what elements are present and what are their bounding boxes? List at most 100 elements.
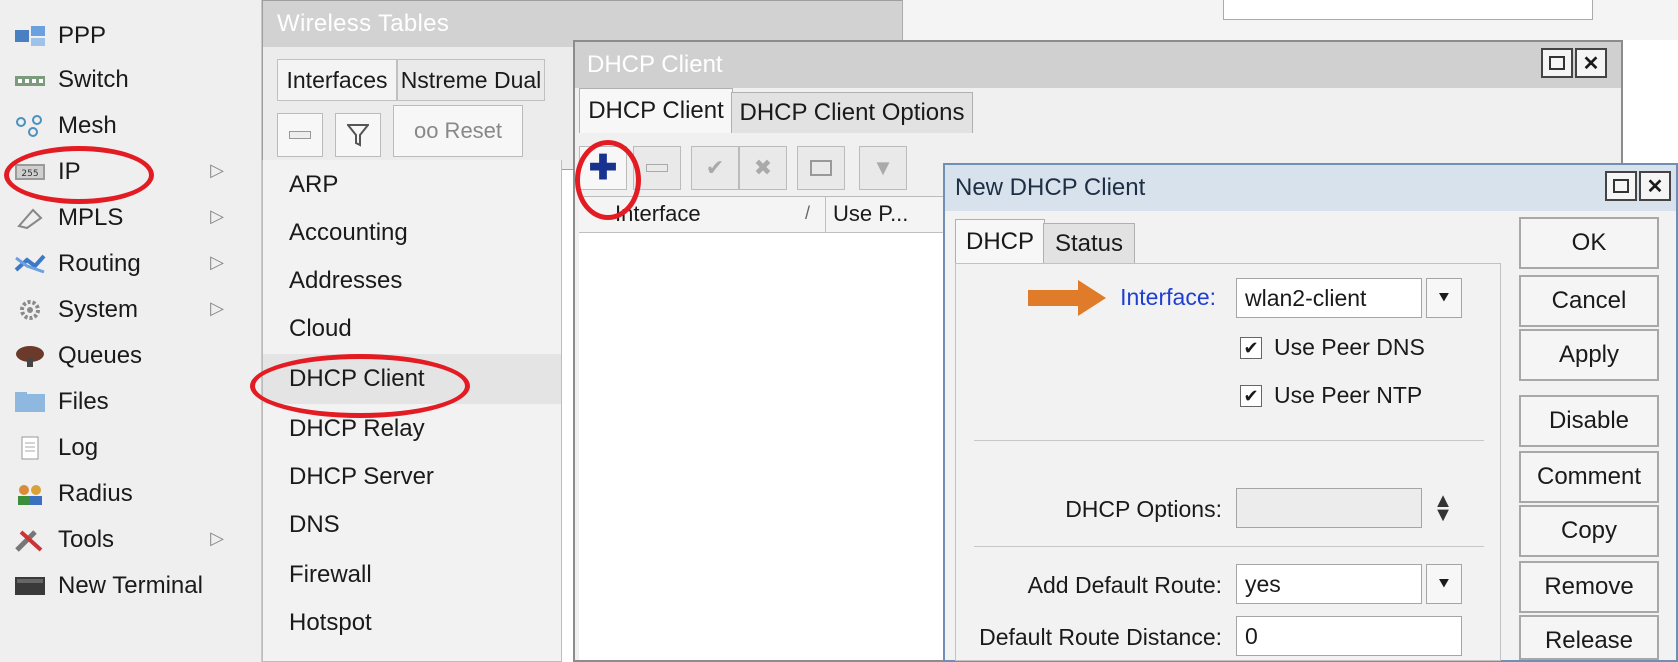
add-default-route-select[interactable]: yes bbox=[1236, 564, 1422, 604]
filter-button[interactable]: ▼ bbox=[859, 146, 907, 190]
menu-item-ppp[interactable]: PPP bbox=[10, 12, 252, 60]
comment-button[interactable] bbox=[797, 146, 845, 190]
tab-dhcp[interactable]: DHCP bbox=[955, 219, 1045, 264]
tab-interfaces[interactable]: Interfaces bbox=[277, 59, 397, 101]
tab-dhcp-client-options[interactable]: DHCP Client Options bbox=[731, 92, 973, 133]
menu-item-label: System bbox=[58, 296, 139, 323]
interface-select[interactable]: wlan2-client bbox=[1236, 278, 1422, 318]
add-default-route-dropdown-button[interactable]: ⯆ bbox=[1426, 564, 1462, 604]
use-peer-ntp-label: Use Peer NTP bbox=[1274, 382, 1423, 408]
add-remove-toggle[interactable]: ▲ ▼ bbox=[1428, 490, 1458, 526]
remove-button[interactable] bbox=[277, 113, 323, 157]
submenu-item-arp[interactable]: ARP bbox=[263, 160, 561, 210]
ok-button[interactable]: OK bbox=[1519, 217, 1659, 269]
window-title: DHCP Client bbox=[575, 42, 1621, 88]
close-button[interactable]: ✕ bbox=[1639, 171, 1671, 201]
submenu-arrow-icon: ▷ bbox=[210, 160, 224, 180]
reset-button[interactable]: oo Reset bbox=[393, 105, 523, 157]
add-default-route-label: Add Default Route: bbox=[1027, 572, 1222, 598]
menu-item-label: IP bbox=[58, 158, 81, 185]
switch-icon bbox=[10, 65, 50, 95]
menu-item-ip[interactable]: 255 IP ▷ bbox=[10, 148, 252, 196]
disable-button[interactable]: ✖ bbox=[739, 146, 787, 190]
mesh-icon bbox=[10, 111, 50, 141]
menu-item-routing[interactable]: Routing ▷ bbox=[10, 240, 252, 288]
interface-dropdown-button[interactable]: ⯆ bbox=[1426, 278, 1462, 318]
default-route-distance-label: Default Route Distance: bbox=[979, 624, 1222, 650]
disable-button[interactable]: Disable bbox=[1519, 395, 1659, 447]
close-button[interactable]: ✕ bbox=[1575, 48, 1607, 78]
use-peer-dns-label: Use Peer DNS bbox=[1274, 334, 1425, 360]
maximize-icon bbox=[1613, 179, 1629, 193]
remove-button[interactable] bbox=[633, 146, 681, 190]
release-button[interactable]: Release bbox=[1519, 615, 1659, 660]
maximize-button[interactable] bbox=[1605, 171, 1637, 201]
section-divider bbox=[974, 440, 1484, 441]
add-button[interactable]: ✚ bbox=[579, 146, 627, 190]
enable-button[interactable]: ✔ bbox=[691, 146, 739, 190]
menu-item-queues[interactable]: Queues bbox=[10, 332, 252, 380]
menu-item-label: Radius bbox=[58, 480, 133, 507]
close-icon: ✕ bbox=[1646, 175, 1664, 198]
menu-item-label: Routing bbox=[58, 250, 141, 277]
apply-button[interactable]: Apply bbox=[1519, 329, 1659, 381]
menu-item-label: Switch bbox=[58, 66, 129, 93]
maximize-button[interactable] bbox=[1541, 48, 1573, 78]
menu-item-radius[interactable]: Radius bbox=[10, 470, 252, 518]
menu-item-mpls[interactable]: MPLS ▷ bbox=[10, 194, 252, 242]
plus-icon: ✚ bbox=[588, 149, 618, 187]
use-peer-dns-checkbox[interactable]: ✔ Use Peer DNS bbox=[1240, 334, 1425, 361]
column-header-use-peer[interactable]: Use P... bbox=[833, 201, 933, 231]
maximize-icon bbox=[1549, 56, 1565, 70]
tab-dhcp-client[interactable]: DHCP Client bbox=[579, 88, 733, 133]
submenu-item-dns[interactable]: DNS bbox=[263, 500, 561, 550]
default-route-distance-field[interactable]: 0 bbox=[1236, 616, 1462, 656]
main-menu: PPP Switch Mesh 255 IP ▷ MPLS ▷ Routing … bbox=[0, 0, 262, 662]
dhcp-options-field[interactable] bbox=[1236, 488, 1422, 528]
filter-icon: ▼ bbox=[872, 155, 894, 180]
submenu-arrow-icon: ▷ bbox=[210, 206, 224, 226]
menu-item-system[interactable]: System ▷ bbox=[10, 286, 252, 334]
tab-nstreme-dual[interactable]: Nstreme Dual bbox=[397, 59, 545, 101]
terminal-icon bbox=[10, 571, 50, 601]
menu-item-label: Files bbox=[58, 388, 109, 415]
submenu-item-hotspot[interactable]: Hotspot bbox=[263, 598, 561, 648]
note-icon bbox=[810, 160, 832, 176]
use-peer-ntp-checkbox[interactable]: ✔ Use Peer NTP bbox=[1240, 382, 1422, 409]
column-header-interface[interactable]: Interface bbox=[615, 201, 825, 231]
menu-item-log[interactable]: Log bbox=[10, 424, 252, 472]
menu-item-label: PPP bbox=[58, 22, 107, 49]
remove-button[interactable]: Remove bbox=[1519, 561, 1659, 613]
close-icon: ✕ bbox=[1582, 52, 1600, 75]
copy-button[interactable]: Copy bbox=[1519, 505, 1659, 557]
submenu-item-addresses[interactable]: Addresses bbox=[263, 256, 561, 306]
menu-item-switch[interactable]: Switch bbox=[10, 56, 252, 104]
tab-status[interactable]: Status bbox=[1043, 223, 1135, 264]
menu-item-label: Queues bbox=[58, 342, 143, 369]
log-icon bbox=[10, 433, 50, 463]
submenu-item-accounting[interactable]: Accounting bbox=[263, 208, 561, 258]
window-controls: ✕ bbox=[1541, 48, 1611, 80]
dropdown-icon: ⯆ bbox=[1436, 287, 1452, 308]
submenu-item-dhcp-relay[interactable]: DHCP Relay bbox=[263, 404, 561, 454]
menu-item-new-terminal[interactable]: New Terminal bbox=[10, 562, 252, 610]
minus-icon bbox=[289, 131, 311, 139]
comment-button[interactable]: Comment bbox=[1519, 451, 1659, 503]
menu-item-files[interactable]: Files bbox=[10, 378, 252, 426]
cancel-button[interactable]: Cancel bbox=[1519, 275, 1659, 327]
menu-item-tools[interactable]: Tools ▷ bbox=[10, 516, 252, 564]
ppp-icon bbox=[10, 21, 50, 51]
background-window bbox=[902, 0, 1678, 40]
submenu-item-dhcp-client[interactable]: DHCP Client bbox=[263, 354, 561, 404]
menu-item-mesh[interactable]: Mesh bbox=[10, 102, 252, 150]
submenu-item-firewall[interactable]: Firewall bbox=[263, 550, 561, 600]
background-field bbox=[1223, 0, 1593, 20]
folder-icon bbox=[10, 387, 50, 417]
submenu-item-cloud[interactable]: Cloud bbox=[263, 304, 561, 354]
minus-icon bbox=[646, 164, 668, 172]
tools-icon bbox=[10, 525, 50, 555]
submenu-item-dhcp-server[interactable]: DHCP Server bbox=[263, 452, 561, 502]
users-icon bbox=[10, 479, 50, 509]
sort-indicator: / bbox=[805, 203, 811, 223]
filter-button[interactable] bbox=[335, 113, 381, 157]
